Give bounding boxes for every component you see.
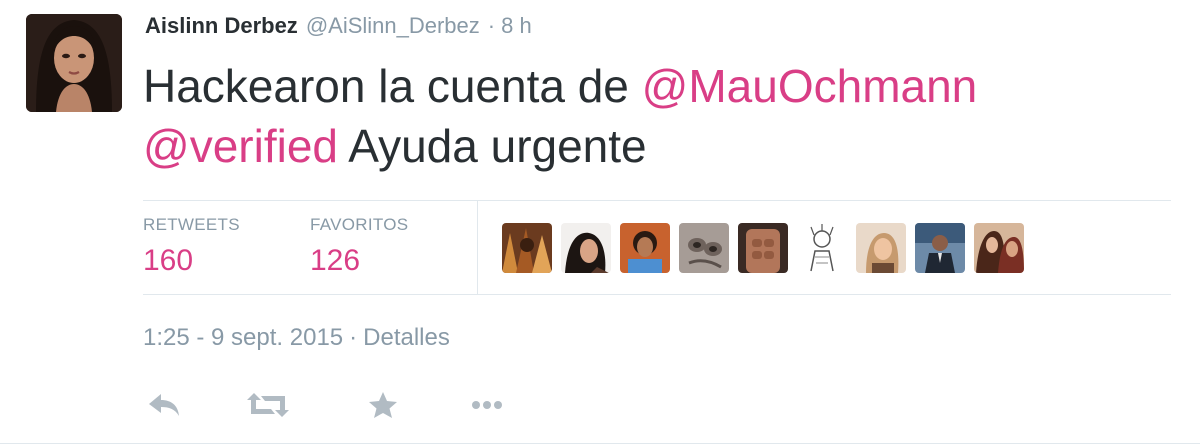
avatar[interactable]	[26, 14, 122, 112]
favoriters-avatars	[502, 223, 1024, 273]
avatar-image	[26, 14, 122, 112]
favoriter-avatar[interactable]	[679, 223, 729, 273]
favorites-label: FAVORITOS	[310, 215, 409, 234]
card-bottom-border	[0, 443, 1200, 444]
retweets-stat[interactable]: RETWEETS 160	[143, 215, 240, 278]
mention-verified[interactable]: @verified	[143, 120, 338, 172]
favorite-icon[interactable]	[366, 388, 400, 422]
tweet-timestamp[interactable]: 1:25 - 9 sept. 2015	[143, 324, 343, 351]
tweet-header: Aislinn Derbez @AiSlinn_Derbez · 8 h	[145, 13, 532, 45]
tweet-time[interactable]: 8 h	[501, 13, 532, 39]
more-icon[interactable]	[468, 388, 506, 422]
favoriter-avatar[interactable]	[915, 223, 965, 273]
mention-mauochmann[interactable]: @MauOchmann	[642, 60, 978, 112]
favorites-stat[interactable]: FAVORITOS 126	[310, 215, 408, 278]
favoriter-avatar[interactable]	[856, 223, 906, 273]
author-username[interactable]: @AiSlinn_Derbez	[306, 13, 480, 39]
divider-bottom	[143, 294, 1171, 295]
tweet-text: Hackearon la cuenta de @MauOchmann @verif…	[143, 56, 1173, 176]
tweet-text-part1: Hackearon la cuenta de	[143, 60, 642, 112]
favoriter-avatar[interactable]	[620, 223, 670, 273]
favoriter-avatar[interactable]	[797, 223, 847, 273]
favorites-count: 126	[310, 244, 361, 277]
favoriter-avatar[interactable]	[974, 223, 1024, 273]
details-link[interactable]: Detalles	[363, 324, 450, 351]
meta-separator: ·	[349, 324, 358, 351]
favoriter-avatar[interactable]	[561, 223, 611, 273]
reply-icon[interactable]	[146, 388, 182, 422]
tweet-card: Aislinn Derbez @AiSlinn_Derbez · 8 h Hac…	[0, 0, 1200, 445]
favoriter-avatar[interactable]	[738, 223, 788, 273]
tweet-actions	[146, 388, 506, 422]
retweets-count: 160	[143, 244, 194, 277]
header-separator: ·	[487, 13, 496, 38]
stats-divider	[477, 201, 478, 294]
tweet-stats: RETWEETS 160 FAVORITOS 126	[143, 201, 1171, 294]
author-full-name[interactable]: Aislinn Derbez	[145, 13, 298, 39]
tweet-text-part2: Ayuda urgente	[337, 120, 647, 172]
retweet-icon[interactable]	[244, 388, 292, 422]
retweets-label: RETWEETS	[143, 215, 240, 234]
favoriter-avatar[interactable]	[502, 223, 552, 273]
tweet-meta: 1:25 - 9 sept. 2015 · Detalles	[143, 324, 450, 352]
